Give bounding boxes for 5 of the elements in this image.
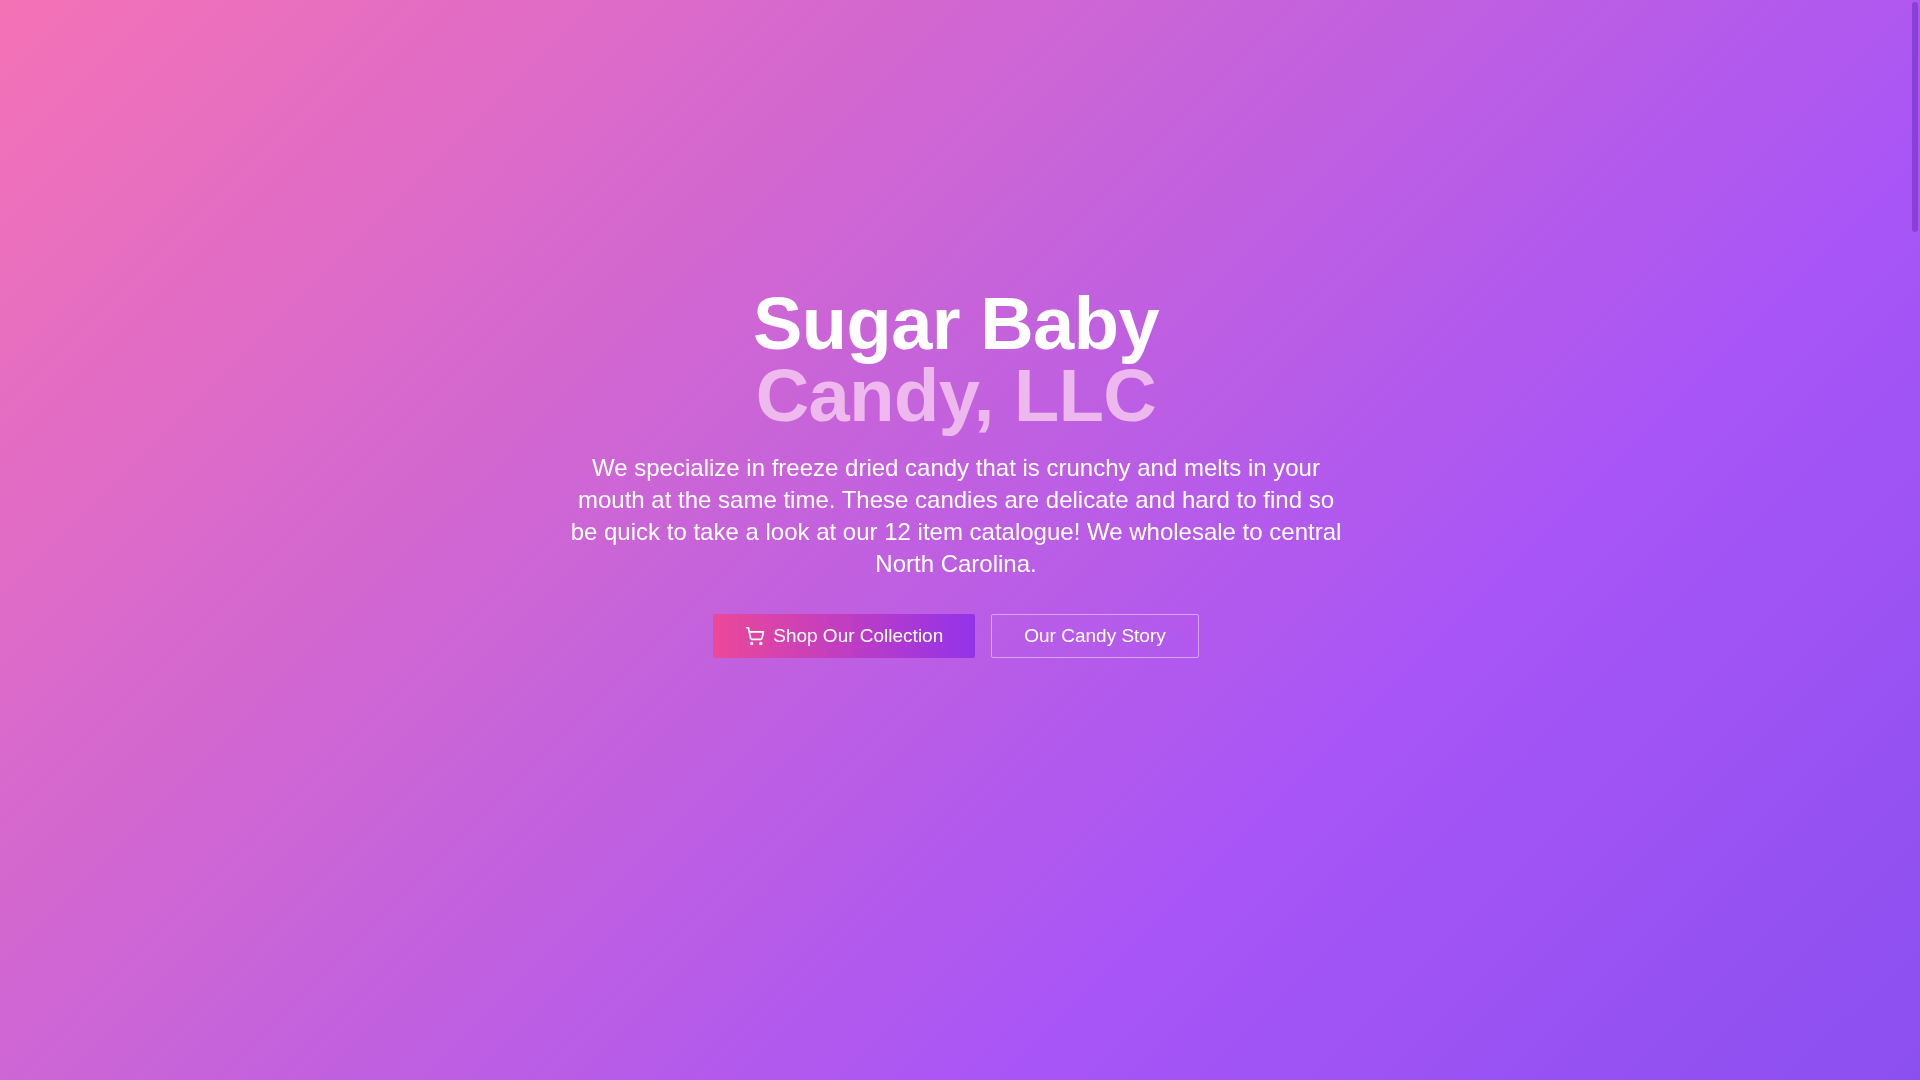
cart-icon	[745, 626, 766, 646]
hero-description: We specialize in freeze dried candy that is crunchy and melts in your mouth at the same time. These candies are delicate and hard to find so be quick to take a look at our 12 item catalogue! We wholesale to central North Carolina.	[569, 453, 1343, 579]
story-button[interactable]: Our Candy Story	[991, 614, 1199, 658]
shop-button[interactable]: Shop Our Collection	[713, 614, 976, 658]
scrollbar-thumb[interactable]	[1912, 2, 1918, 232]
